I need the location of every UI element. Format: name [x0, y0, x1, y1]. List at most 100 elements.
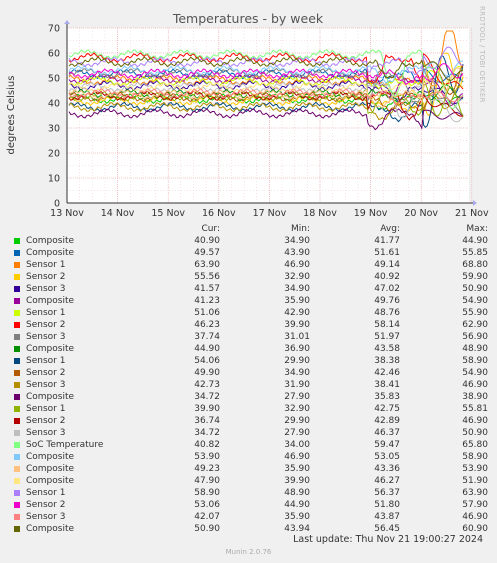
legend-min: 34.90: [284, 284, 310, 294]
legend-max: 58.90: [462, 356, 488, 366]
legend-max: 68.80: [462, 260, 488, 270]
legend-name: SoC Temperature: [26, 440, 104, 450]
x-tick-label: 16 Nov: [202, 208, 236, 219]
legend-name: Sensor 2: [26, 416, 66, 426]
legend-swatch: [14, 406, 20, 412]
legend-cur: 55.56: [194, 272, 220, 282]
legend-max: 55.85: [462, 248, 488, 258]
legend-name: Sensor 3: [26, 428, 66, 438]
legend-row: Sensor 1 54.06 29.90 38.38 58.90: [12, 355, 492, 367]
legend-row: Composite 34.72 27.90 35.83 38.90: [12, 391, 492, 403]
legend-swatch: [14, 346, 20, 352]
legend-swatch: [14, 430, 20, 436]
legend-avg: 43.58: [374, 344, 400, 354]
legend-row: Composite 41.23 35.90 49.76 54.90: [12, 295, 492, 307]
y-axis-label: degrees Celsius: [6, 76, 17, 155]
legend-avg: 42.46: [374, 368, 400, 378]
legend-cur: 58.90: [194, 488, 220, 498]
legend-row: Sensor 3 42.73 31.90 38.41 46.90: [12, 379, 492, 391]
legend-cur: 51.06: [194, 308, 220, 318]
legend-name: Sensor 2: [26, 320, 66, 330]
legend-swatch: [14, 442, 20, 448]
legend-swatch: [14, 418, 20, 424]
legend-max: 50.90: [462, 284, 488, 294]
y-tick-label: 10: [48, 174, 60, 185]
legend-min: 34.90: [284, 236, 310, 246]
legend-max: 46.90: [462, 380, 488, 390]
legend-swatch: [14, 262, 20, 268]
legend-cur: 53.90: [194, 452, 220, 462]
legend-max: 59.90: [462, 272, 488, 282]
legend-max: 54.90: [462, 368, 488, 378]
legend-min: 35.90: [284, 464, 310, 474]
col-avg-header: Avg:: [380, 224, 400, 234]
x-tick-label: 14 Nov: [101, 208, 135, 219]
legend-swatch: [14, 490, 20, 496]
legend-swatch: [14, 238, 20, 244]
legend-cur: 36.74: [194, 416, 220, 426]
legend-min: 35.90: [284, 296, 310, 306]
legend-avg: 46.27: [374, 476, 400, 486]
legend: Cur: Min: Avg: Max: Composite 40.90 34.90 4…: [12, 223, 492, 535]
legend-row: Composite 53.90 46.90 53.05 58.90: [12, 451, 492, 463]
legend-swatch: [14, 310, 20, 316]
legend-max: 46.90: [462, 512, 488, 522]
legend-max: 54.90: [462, 296, 488, 306]
legend-name: Sensor 1: [26, 404, 66, 414]
legend-swatch: [14, 358, 20, 364]
legend-max: 55.90: [462, 308, 488, 318]
legend-name: Sensor 1: [26, 260, 66, 270]
legend-swatch: [14, 394, 20, 400]
legend-cur: 49.57: [194, 248, 220, 258]
legend-avg: 49.14: [374, 260, 400, 270]
x-tick-label: 15 Nov: [151, 208, 185, 219]
legend-avg: 58.14: [374, 320, 400, 330]
legend-cur: 49.23: [194, 464, 220, 474]
legend-row: Sensor 3 34.72 27.90 46.37 50.90: [12, 427, 492, 439]
legend-min: 46.90: [284, 260, 310, 270]
legend-min: 42.90: [284, 308, 310, 318]
legend-name: Sensor 3: [26, 332, 66, 342]
legend-max: 50.90: [462, 428, 488, 438]
legend-min: 27.90: [284, 392, 310, 402]
legend-cur: 54.06: [194, 356, 220, 366]
y-axis-arrow: [64, 20, 70, 24]
legend-min: 36.90: [284, 344, 310, 354]
legend-min: 44.90: [284, 500, 310, 510]
y-tick-label: 70: [48, 24, 60, 35]
legend-row: Sensor 2 55.56 32.90 40.92 59.90: [12, 271, 492, 283]
legend-max: 62.90: [462, 320, 488, 330]
legend-min: 29.90: [284, 356, 310, 366]
last-update: Last update: Thu Nov 21 19:00:27 2024: [293, 534, 483, 545]
y-tick-label: 20: [48, 149, 60, 160]
legend-avg: 38.41: [374, 380, 400, 390]
x-tick-label: 18 Nov: [303, 208, 337, 219]
legend-cur: 42.07: [194, 512, 220, 522]
legend-min: 32.90: [284, 404, 310, 414]
x-tick-label: 17 Nov: [253, 208, 287, 219]
legend-name: Sensor 3: [26, 380, 66, 390]
col-max-header: Max:: [466, 224, 488, 234]
legend-avg: 49.76: [374, 296, 400, 306]
chart-title: Temperatures - by week: [172, 11, 324, 26]
legend-avg: 46.37: [374, 428, 400, 438]
legend-avg: 48.76: [374, 308, 400, 318]
legend-row: Sensor 1 63.90 46.90 49.14 68.80: [12, 259, 492, 271]
x-tick-label: 20 Nov: [404, 208, 438, 219]
legend-min: 35.90: [284, 512, 310, 522]
legend-row: SoC Temperature 40.82 34.00 59.47 65.80: [12, 439, 492, 451]
legend-avg: 56.37: [374, 488, 400, 498]
legend-avg: 41.77: [374, 236, 400, 246]
legend-max: 56.90: [462, 332, 488, 342]
x-tick-label: 21 Nov: [455, 208, 489, 219]
legend-swatch: [14, 250, 20, 256]
legend-cur: 39.90: [194, 404, 220, 414]
legend-avg: 40.92: [374, 272, 400, 282]
legend-max: 51.90: [462, 476, 488, 486]
x-tick-label: 13 Nov: [50, 208, 84, 219]
legend-min: 34.90: [284, 368, 310, 378]
legend-max: 65.80: [462, 440, 488, 450]
legend-swatch: [14, 286, 20, 292]
legend-row: Sensor 1 39.90 32.90 42.75 55.81: [12, 403, 492, 415]
legend-name: Sensor 1: [26, 488, 66, 498]
